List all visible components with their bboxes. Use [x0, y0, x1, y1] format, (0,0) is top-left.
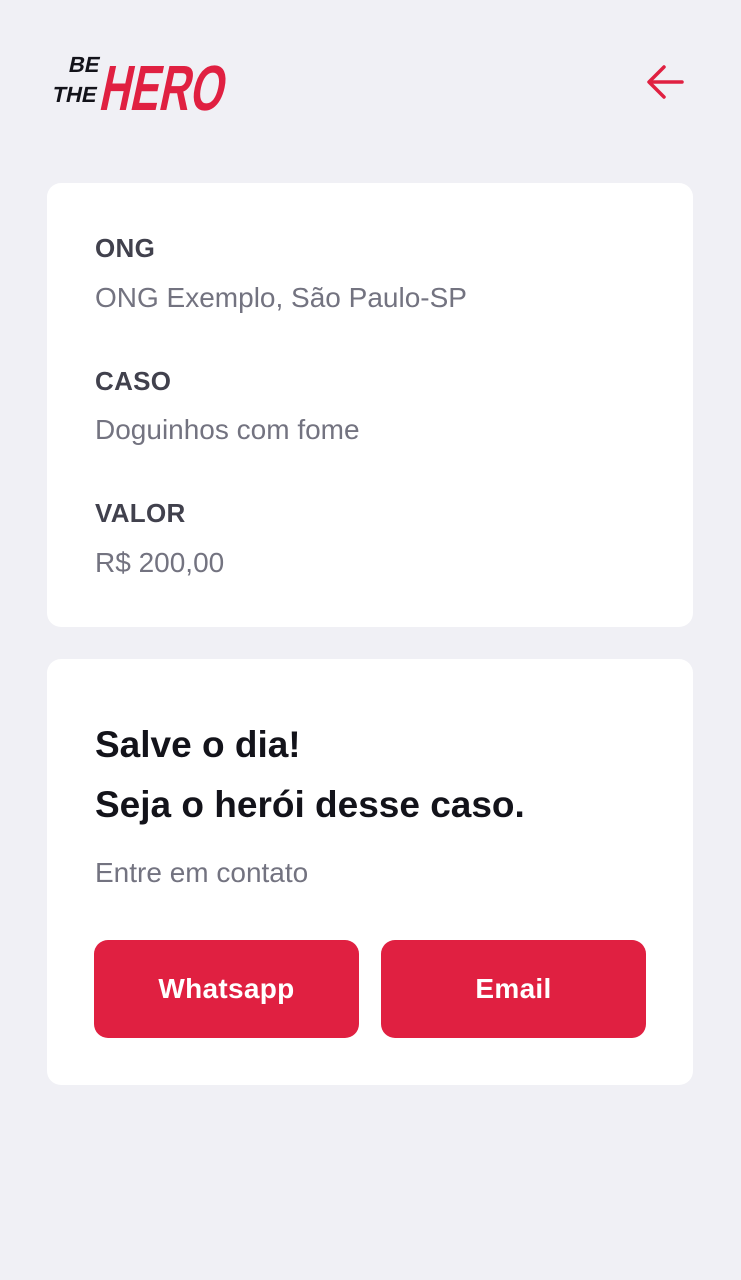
- incident-card: ONG ONG Exemplo, São Paulo-SP CASO Dogui…: [47, 183, 693, 627]
- logo-hero-text: HERO: [95, 52, 234, 122]
- header: BE THE HERO: [0, 0, 741, 160]
- case-label: CASO: [95, 366, 172, 396]
- ong-label: ONG: [95, 233, 156, 263]
- contact-description: Entre em contato: [95, 857, 309, 888]
- contact-title-line2: Seja o herói desse caso.: [95, 784, 525, 825]
- contact-title: Salve o dia! Seja o herói desse caso.: [95, 715, 525, 835]
- ong-value: ONG Exemplo, São Paulo-SP: [95, 282, 467, 313]
- contact-card: Salve o dia! Seja o herói desse caso. En…: [47, 659, 693, 1085]
- value-label: VALOR: [95, 498, 186, 528]
- whatsapp-button[interactable]: Whatsapp: [94, 940, 359, 1038]
- back-button[interactable]: [640, 58, 690, 106]
- email-button[interactable]: Email: [381, 940, 646, 1038]
- logo-be-text: BE: [67, 52, 103, 77]
- be-the-hero-logo: BE THE HERO: [45, 38, 237, 122]
- contact-title-line1: Salve o dia!: [95, 724, 301, 765]
- logo-the-text: THE: [50, 82, 99, 107]
- value-amount: R$ 200,00: [95, 547, 225, 578]
- arrow-left-icon: [647, 65, 684, 99]
- case-value: Doguinhos com fome: [95, 414, 360, 445]
